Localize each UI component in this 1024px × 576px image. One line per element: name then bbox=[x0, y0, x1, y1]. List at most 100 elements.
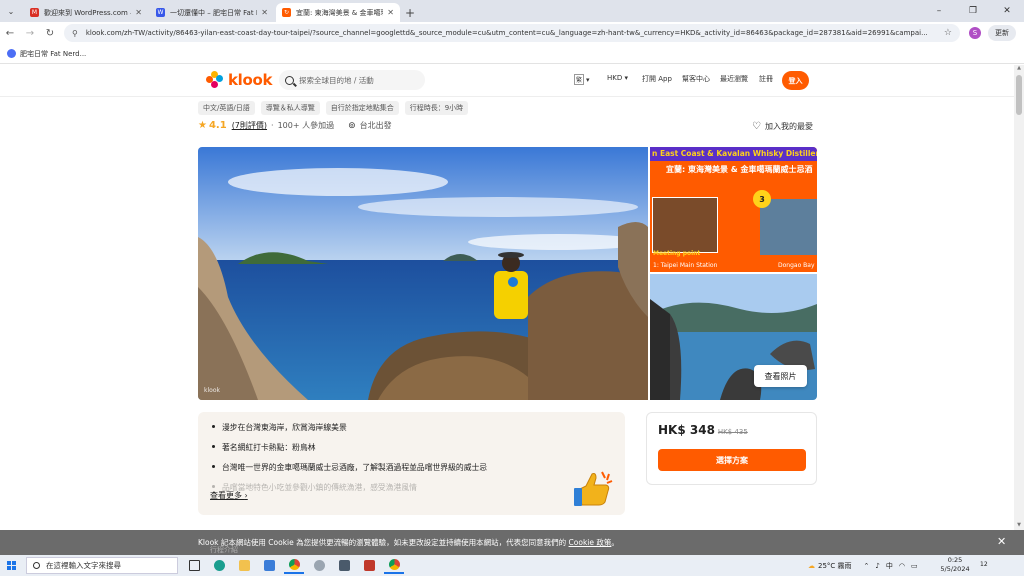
location-pin-icon: ⊚ bbox=[348, 120, 356, 131]
new-tab-button[interactable]: + bbox=[400, 3, 420, 22]
close-tab-icon[interactable]: ✕ bbox=[387, 8, 394, 17]
taskbar-search-placeholder: 在這裡輸入文字來搜尋 bbox=[46, 561, 121, 570]
page-scrollbar[interactable]: ▲ ▼ bbox=[1014, 65, 1024, 530]
browser-toolbar: ← → ↻ ⚲ klook.com/zh-TW/activity/86463-y… bbox=[0, 22, 1024, 44]
chevron-down-icon: ▾ bbox=[586, 76, 590, 84]
recently-viewed-link[interactable]: 最近瀏覽 bbox=[720, 74, 748, 84]
address-bar[interactable]: ⚲ klook.com/zh-TW/activity/86463-yilan-e… bbox=[64, 24, 960, 42]
photo-watermark: klook bbox=[204, 387, 220, 394]
bookmark-item[interactable]: 肥宅日常 Fat Nerd... bbox=[20, 49, 86, 59]
weather-text[interactable]: 25°C 霧雨 bbox=[818, 561, 852, 571]
brand-name: klook bbox=[228, 71, 273, 89]
battery-icon[interactable]: ▭ bbox=[911, 562, 918, 570]
close-tab-icon[interactable]: ✕ bbox=[261, 8, 268, 17]
tab-search-icon[interactable]: ⌄ bbox=[0, 0, 22, 22]
close-tab-icon[interactable]: ✕ bbox=[135, 8, 142, 17]
wishlist-label: 加入我的最愛 bbox=[764, 122, 813, 131]
profile-avatar[interactable]: S bbox=[969, 27, 981, 39]
view-photos-button[interactable]: 查看照片 bbox=[754, 365, 807, 387]
tag-language: 中文/英語/日語 bbox=[198, 101, 255, 115]
task-view-icon[interactable] bbox=[184, 557, 204, 574]
cookie-banner: 行程介紹 Klook 記本網站使用 Cookie 為您提供更流暢的瀏覽體驗，如未… bbox=[0, 530, 1024, 555]
itinerary-photo[interactable]: n East Coast & Kavalan Whisky Distillery… bbox=[650, 147, 817, 272]
language-icon: 繁 bbox=[574, 74, 585, 85]
forward-icon[interactable]: → bbox=[20, 23, 40, 43]
url-text: klook.com/zh-TW/activity/86463-yilan-eas… bbox=[85, 29, 928, 37]
help-center-link[interactable]: 幫客中心 bbox=[682, 74, 710, 84]
ime-indicator[interactable]: 中 bbox=[886, 561, 893, 571]
banner-english: n East Coast & Kavalan Whisky Distillery bbox=[650, 147, 817, 161]
taskbar-clock[interactable]: 0:25 5/5/2024 bbox=[938, 556, 972, 574]
current-price: HK$ 348 bbox=[658, 423, 715, 437]
volume-icon[interactable]: ♪ bbox=[875, 562, 879, 570]
minimize-button[interactable]: – bbox=[922, 0, 956, 22]
browser-tab[interactable]: M 歡迎來到 WordPress.com – fa ✕ bbox=[24, 3, 148, 22]
activity-meta: ★ 4.1 (7則評價) · 100+ 人參加過 ⊚ 台北出發 bbox=[198, 120, 392, 131]
search-placeholder: 探索全球目的地 / 活動 bbox=[299, 75, 374, 85]
rating-score: 4.1 bbox=[208, 120, 227, 131]
tray-chevron-icon[interactable]: ⌃ bbox=[864, 562, 870, 570]
klook-logo[interactable]: klook bbox=[206, 71, 273, 89]
photo-gallery: n East Coast & Kavalan Whisky Distillery… bbox=[198, 147, 817, 400]
site-search-input[interactable]: 探索全球目的地 / 活動 bbox=[279, 70, 425, 90]
currency-label: HKD bbox=[607, 74, 623, 82]
step-badge: 3 bbox=[753, 190, 771, 208]
browser-tab[interactable]: W 一切還懂中 – 肥宅日常 Fat Ner ✕ bbox=[150, 3, 274, 22]
scroll-up-icon[interactable]: ▲ bbox=[1014, 65, 1024, 73]
star-icon: ★ bbox=[198, 120, 207, 131]
tag-meeting: 自行於指定地點集合 bbox=[325, 101, 399, 115]
language-selector[interactable]: 繁 ▾ bbox=[574, 74, 590, 85]
choose-package-button[interactable]: 選擇方案 bbox=[658, 449, 806, 471]
taskbar-search-input[interactable]: 在這裡輸入文字來搜尋 bbox=[26, 557, 178, 574]
chrome-icon[interactable] bbox=[284, 557, 304, 574]
close-icon[interactable]: ✕ bbox=[997, 535, 1006, 548]
system-tray: ☁ 25°C 霧雨 ⌃ ♪ 中 ◠ ▭ bbox=[808, 555, 918, 576]
chrome-profile-icon[interactable] bbox=[384, 557, 404, 574]
highlights-box: 漫步在台灣東海岸，欣賞海岸線美景 著名網紅打卡熱點：粉鳥林 台灣唯一世界的金車噶… bbox=[198, 412, 625, 515]
scrollbar-thumb[interactable] bbox=[1016, 75, 1022, 115]
booked-count: 100+ 人參加過 bbox=[277, 121, 335, 130]
currency-selector[interactable]: HKD ▾ bbox=[607, 74, 628, 82]
station-photo bbox=[652, 197, 718, 253]
gmail-icon: M bbox=[30, 8, 39, 17]
heart-icon: ♡ bbox=[752, 121, 761, 132]
login-button[interactable]: 登入 bbox=[782, 71, 809, 90]
calculator-icon[interactable] bbox=[334, 557, 354, 574]
close-window-button[interactable]: ✕ bbox=[990, 0, 1024, 22]
signup-link[interactable]: 註冊 bbox=[759, 74, 773, 84]
notification-icon[interactable]: 12 bbox=[980, 559, 992, 571]
cookie-policy-link[interactable]: Cookie 政策 bbox=[569, 538, 612, 547]
activity-tags: 中文/英語/日語 導覽＆私人導覽 自行於指定地點集合 行程時長：9小時 bbox=[198, 101, 469, 115]
tag-duration: 行程時長：9小時 bbox=[404, 101, 469, 115]
bookmark-favicon-icon bbox=[7, 49, 16, 58]
reload-icon[interactable]: ↻ bbox=[40, 23, 60, 43]
bookmarks-bar: 肥宅日常 Fat Nerd... bbox=[0, 44, 1024, 64]
back-icon[interactable]: ← bbox=[0, 23, 20, 43]
highlights-list: 漫步在台灣東海岸，欣賞海岸線美景 著名網紅打卡熱點：粉鳥林 台灣唯一世界的金車噶… bbox=[212, 422, 611, 493]
store-icon[interactable] bbox=[259, 557, 279, 574]
app-icon[interactable] bbox=[309, 557, 329, 574]
wifi-icon[interactable]: ◠ bbox=[899, 562, 905, 570]
edge-icon[interactable] bbox=[209, 557, 229, 574]
browser-tab-active[interactable]: ↻ 宜蘭: 東海灣美景 & 金車噶瑪蘭 ✕ bbox=[276, 3, 400, 22]
wishlist-button[interactable]: ♡ 加入我的最愛 bbox=[752, 121, 813, 132]
klook-favicon-icon: ↻ bbox=[282, 8, 291, 17]
bookmark-star-icon[interactable]: ☆ bbox=[944, 28, 952, 38]
price-card: HK$ 348 HK$ 435 選擇方案 bbox=[646, 412, 817, 485]
site-header: klook 探索全球目的地 / 活動 繁 ▾ HKD ▾ 打開 App 幫客中心 … bbox=[0, 65, 1014, 97]
update-button[interactable]: 更新 bbox=[988, 25, 1016, 41]
main-photo[interactable] bbox=[198, 147, 648, 400]
clock-time: 0:25 bbox=[947, 556, 963, 564]
app-red-icon[interactable] bbox=[359, 557, 379, 574]
see-more-link[interactable]: 查看更多 › bbox=[210, 490, 248, 501]
reviews-link[interactable]: (7則評價) bbox=[232, 120, 267, 131]
tab-title: 宜蘭: 東海灣美景 & 金車噶瑪蘭 bbox=[296, 8, 383, 17]
open-app-link[interactable]: 打開 App bbox=[642, 74, 672, 84]
scroll-down-icon[interactable]: ▼ bbox=[1014, 522, 1024, 530]
maximize-button[interactable]: ❐ bbox=[956, 0, 990, 22]
caption-station: 1: Taipei Main Station bbox=[653, 262, 718, 269]
file-explorer-icon[interactable] bbox=[234, 557, 254, 574]
start-button[interactable] bbox=[0, 555, 22, 576]
site-info-icon[interactable]: ⚲ bbox=[72, 29, 78, 38]
tab-title: 歡迎來到 WordPress.com – fa bbox=[44, 8, 131, 17]
